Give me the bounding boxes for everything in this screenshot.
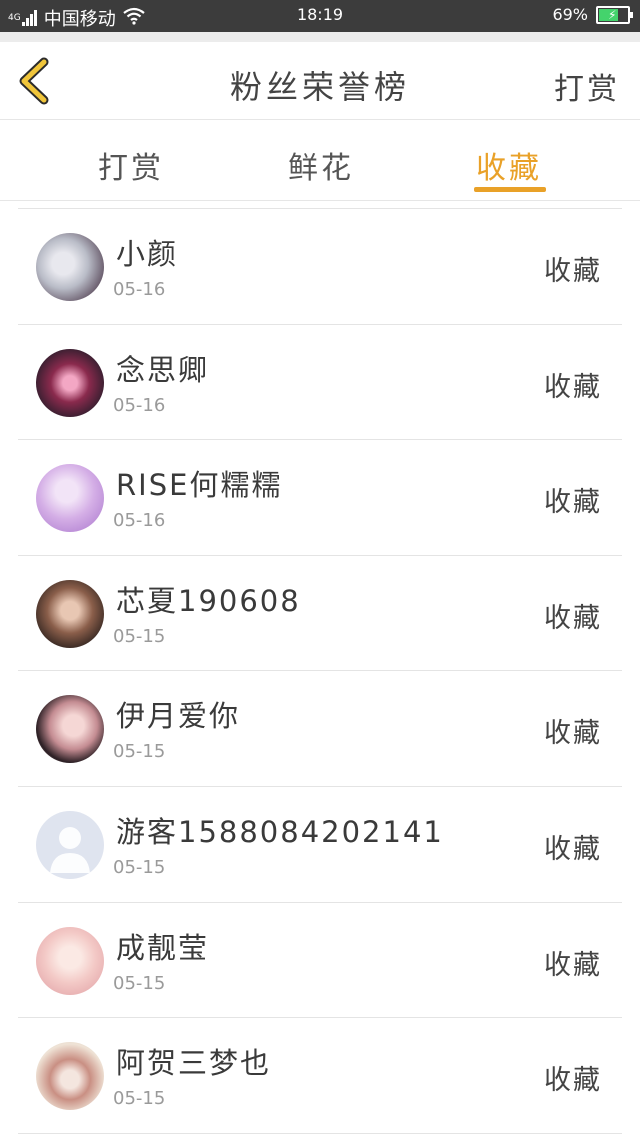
battery-percent: 69% [552,5,588,24]
action-type: 收藏 [544,1065,602,1097]
app-header: 粉丝荣誉榜 打赏 [0,42,640,120]
date: 05-15 [113,1088,166,1110]
avatar [36,233,104,301]
list-item[interactable]: 伊月爱你 05-15 收藏 [18,671,622,787]
user-name: 芯夏190608 [116,583,301,618]
list-item[interactable]: 阿贺三梦也 05-15 收藏 [18,1018,622,1134]
date: 05-16 [113,394,166,416]
avatar [36,348,104,417]
active-tab-indicator [474,187,546,192]
fan-list: 小颜 05-16 收藏 念思卿 05-16 收藏 RISE何糯糯 05-16 收… [18,208,622,1134]
avatar [36,579,104,648]
date: 05-15 [113,741,166,763]
avatar [36,926,104,995]
list-item[interactable]: 游客15880842021​41 05-15 收藏 [18,787,622,903]
avatar [36,695,104,764]
action-type: 收藏 [544,371,602,403]
battery-icon: ⚡ [596,5,633,24]
action-type: 收藏 [544,602,602,634]
list-item[interactable]: 小颜 05-16 收藏 [18,209,622,325]
user-name: 成靓莹 [116,930,210,965]
date: 05-15 [113,625,166,647]
action-type: 收藏 [544,256,602,287]
user-name: 小颜 [116,237,179,271]
default-user-icon [50,826,90,873]
tab-favorites[interactable]: 收藏 [476,143,542,187]
charging-bolt-icon: ⚡ [608,7,617,22]
tab-reward[interactable]: 打赏 [98,143,164,187]
clock: 18:19 [296,5,344,24]
reward-button[interactable]: 打赏 [554,64,620,108]
tab-bar: 打赏 鲜花 收藏 [0,121,640,201]
list-item[interactable]: RISE何糯糯 05-16 收藏 [18,440,622,556]
action-type: 收藏 [544,487,602,519]
list-item[interactable]: 念思卿 05-16 收藏 [18,325,622,441]
date: 05-15 [113,856,166,878]
list-item[interactable]: 成靓莹 05-15 收藏 [18,903,622,1019]
date: 05-15 [113,972,166,994]
avatar [36,1042,104,1111]
date: 05-16 [113,279,166,300]
user-name: 游客15880842021​41 [116,814,444,849]
user-name: 阿贺三梦也 [116,1046,272,1081]
user-name: 伊月爱你 [116,699,241,734]
status-divider [0,32,640,42]
date: 05-16 [113,510,166,532]
list-item[interactable]: 芯夏190608 05-15 收藏 [18,556,622,672]
action-type: 收藏 [544,718,602,750]
user-name: 念思卿 [116,352,210,387]
tab-flowers[interactable]: 鲜花 [288,143,354,187]
action-type: 收藏 [544,833,602,865]
user-name: RISE何糯糯 [116,468,283,503]
avatar [36,464,104,533]
status-bar: 4G 中国移动 18:19 69% ⚡ [0,0,640,32]
action-type: 收藏 [544,949,602,981]
avatar [36,810,104,879]
page-title: 粉丝荣誉榜 [229,68,410,106]
